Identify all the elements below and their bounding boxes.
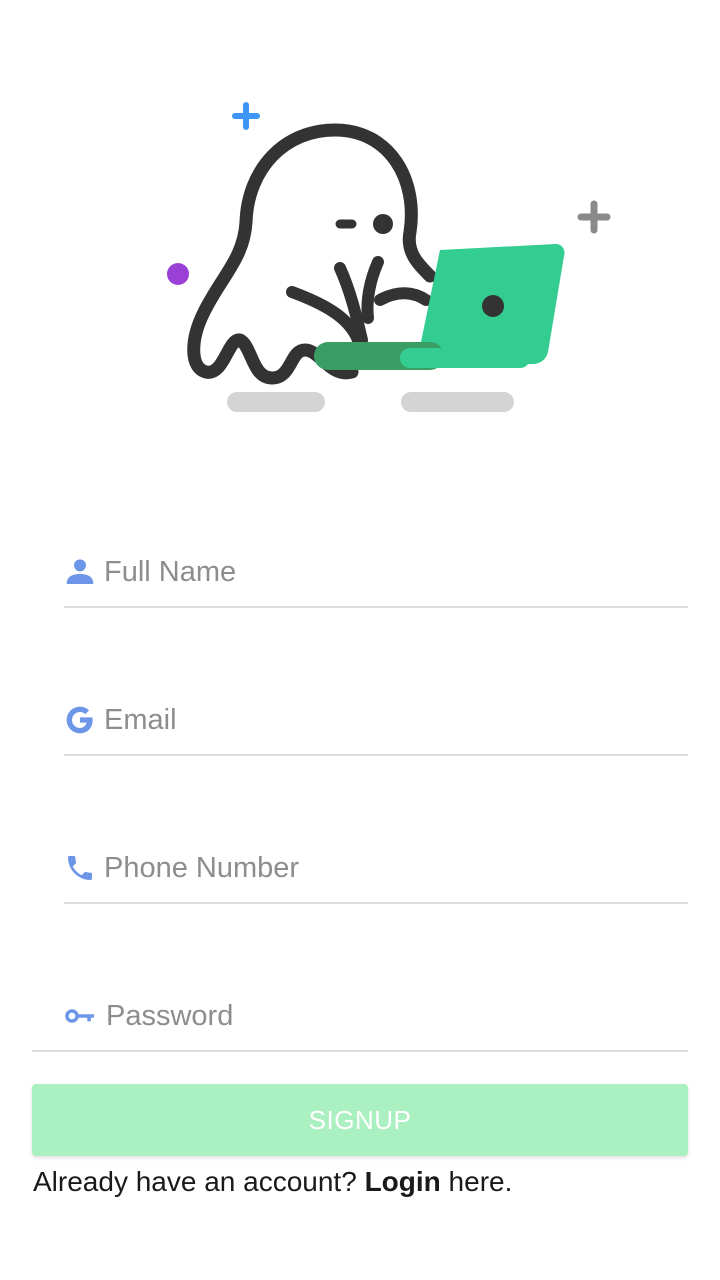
laptop-logo (482, 295, 504, 317)
login-prompt-suffix: here. (440, 1166, 513, 1197)
email-input[interactable] (104, 698, 664, 742)
google-icon (66, 706, 93, 734)
phone-input[interactable] (104, 846, 664, 890)
ghost-arm-right-2 (361, 256, 384, 324)
email-field (64, 672, 688, 756)
login-prompt: Already have an account? Login here. (33, 1166, 512, 1198)
ground-shadow-left (227, 392, 325, 412)
password-field (32, 968, 688, 1052)
person-icon (66, 559, 94, 584)
phone-field (64, 820, 688, 904)
ghost-eye-right (373, 214, 393, 234)
gray-sparkle-icon (577, 200, 611, 234)
full-name-field (64, 524, 688, 608)
password-input[interactable] (106, 994, 666, 1038)
blue-sparkle-icon (232, 102, 260, 130)
login-link[interactable]: Login (365, 1166, 441, 1197)
key-icon (65, 1009, 94, 1023)
full-name-input[interactable] (104, 550, 664, 594)
login-prompt-prefix: Already have an account? (33, 1166, 365, 1197)
laptop-base-light (400, 348, 530, 368)
phone-icon (68, 856, 92, 880)
ground-shadow-right (401, 392, 514, 412)
ghost-body (187, 123, 437, 385)
signup-button[interactable]: SIGNUP (32, 1084, 688, 1156)
hero-illustration (167, 102, 611, 412)
purple-dot-icon (167, 263, 189, 285)
ghost-arm-back (374, 287, 432, 306)
